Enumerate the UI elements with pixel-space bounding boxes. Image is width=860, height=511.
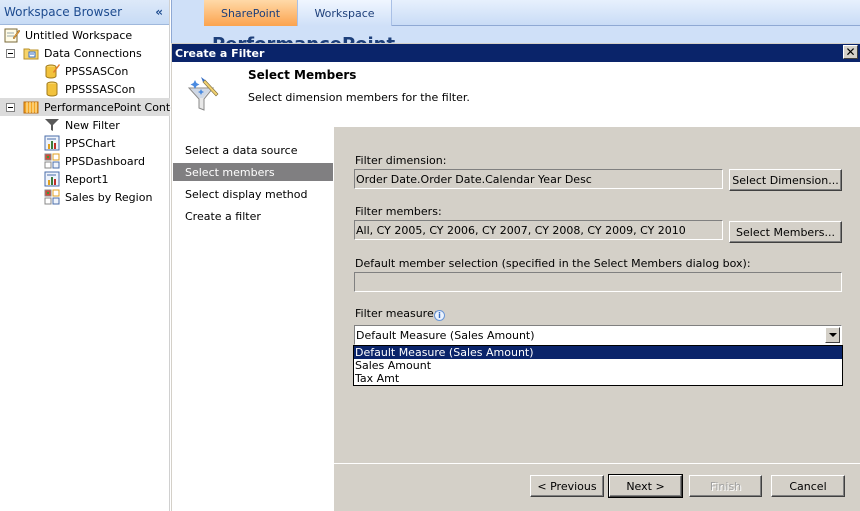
cancel-button[interactable]: Cancel xyxy=(771,475,845,497)
data-source-edit-icon xyxy=(45,64,60,79)
step-select-data-source[interactable]: Select a data source xyxy=(173,141,333,159)
step-select-members[interactable]: Select members xyxy=(173,163,333,181)
filter-members-field: All, CY 2005, CY 2006, CY 2007, CY 2008,… xyxy=(354,220,723,240)
filter-dimension-label: Filter dimension: xyxy=(355,154,447,167)
pps-content-folder-icon xyxy=(23,101,39,114)
filter-measure-label: Filter measure: xyxy=(355,307,438,320)
workspace-browser-panel: Workspace Browser « Untitled Workspace D… xyxy=(0,0,188,511)
tree-item-report1[interactable]: Report1 xyxy=(44,170,108,188)
workspace-icon xyxy=(4,28,20,43)
dropdown-option-sales-amount[interactable]: Sales Amount xyxy=(354,359,842,372)
tree-item-label: Sales by Region xyxy=(65,190,153,204)
tree-item-ppssascon[interactable]: PPSSASCon xyxy=(44,62,128,80)
dropdown-option-tax-amt[interactable]: Tax Amt xyxy=(354,372,842,385)
tab-strip: SharePoint Workspace xyxy=(204,0,860,26)
tree-item-label: Data Connections xyxy=(44,46,142,60)
tab-sharepoint[interactable]: SharePoint xyxy=(204,0,298,26)
filter-dimension-field: Order Date.Order Date.Calendar Year Desc xyxy=(354,169,723,189)
database-icon xyxy=(46,81,58,97)
finish-button[interactable]: Finish xyxy=(689,475,762,497)
tree-item-new-filter[interactable]: New Filter xyxy=(44,116,120,134)
footer-separator xyxy=(334,463,860,464)
dropdown-option-default-measure[interactable]: Default Measure (Sales Amount) xyxy=(354,346,842,359)
filter-members-label: Filter members: xyxy=(355,205,442,218)
dialog-titlebar[interactable]: Create a Filter ✕ xyxy=(172,43,860,62)
step-description: Select dimension members for the filter. xyxy=(248,91,470,104)
wizard-steps-nav: Select a data source Select members Sele… xyxy=(172,127,334,511)
workspace-browser-header: Workspace Browser « xyxy=(0,0,169,25)
collapse-toggle-icon[interactable] xyxy=(6,102,15,112)
ribbon-area: SharePoint Workspace PerformancePoint Co… xyxy=(171,0,860,44)
data-connections-folder-icon xyxy=(23,48,39,60)
tree-item-label: PPSSASCon xyxy=(65,64,129,78)
workspace-browser-title: Workspace Browser xyxy=(4,5,123,19)
next-button[interactable]: Next > xyxy=(608,474,683,498)
default-member-label: Default member selection (specified in t… xyxy=(355,257,751,270)
create-filter-dialog: Create a Filter ✕ Select Members Select … xyxy=(171,43,860,511)
close-icon: ✕ xyxy=(845,45,856,59)
tree-item-label: Report1 xyxy=(65,172,109,186)
info-icon[interactable]: i xyxy=(434,310,445,321)
dashboard-icon xyxy=(44,153,60,169)
step-title: Select Members xyxy=(248,68,357,82)
wizard-header: Select Members Select dimension members … xyxy=(172,62,860,127)
tree-item-label: PPSSSASCon xyxy=(65,82,136,96)
select-dimension-button[interactable]: Select Dimension... xyxy=(729,169,842,191)
default-member-field xyxy=(354,272,842,292)
tab-workspace[interactable]: Workspace xyxy=(298,0,392,26)
tree-item-sales-by-region[interactable]: Sales by Region xyxy=(44,188,152,206)
filter-icon xyxy=(45,119,59,131)
chart-report-icon xyxy=(44,171,60,187)
collapse-toggle-icon[interactable] xyxy=(6,48,15,58)
chevron-down-icon[interactable] xyxy=(825,327,840,343)
tree-item-ppsssascon[interactable]: PPSSSASCon xyxy=(44,80,135,98)
dialog-title: Create a Filter xyxy=(175,46,265,60)
tree-item-performancepoint-content[interactable]: PerformancePoint Content xyxy=(0,98,188,116)
filter-wizard-icon xyxy=(187,77,219,111)
tree-item-label: New Filter xyxy=(65,118,120,132)
select-members-button[interactable]: Select Members... xyxy=(729,221,842,243)
chart-report-icon xyxy=(44,135,60,151)
previous-button[interactable]: < Previous xyxy=(530,475,604,497)
step-create-filter[interactable]: Create a filter xyxy=(173,207,333,225)
tree-item-untitled-workspace[interactable]: Untitled Workspace xyxy=(4,26,132,44)
tree-item-data-connections[interactable]: Data Connections xyxy=(6,44,142,62)
tree-item-label: PerformancePoint Content xyxy=(44,100,189,114)
filter-measure-dropdown-list: Default Measure (Sales Amount) Sales Amo… xyxy=(353,345,843,386)
filter-measure-selected-value: Default Measure (Sales Amount) xyxy=(356,328,535,342)
tree-item-label: PPSChart xyxy=(65,136,116,150)
tree-item-ppschart[interactable]: PPSChart xyxy=(44,134,115,152)
tree-item-ppsdashboard[interactable]: PPSDashboard xyxy=(44,152,145,170)
dashboard-icon xyxy=(44,189,60,205)
tree-item-label: PPSDashboard xyxy=(65,154,145,168)
step-select-display-method[interactable]: Select display method xyxy=(173,185,333,203)
wizard-content: Filter dimension: Order Date.Order Date.… xyxy=(334,127,860,511)
tree-item-label: Untitled Workspace xyxy=(25,28,133,42)
close-button[interactable]: ✕ xyxy=(843,45,858,59)
collapse-panel-button[interactable]: « xyxy=(155,5,163,19)
filter-measure-select[interactable]: Default Measure (Sales Amount) xyxy=(354,325,842,345)
